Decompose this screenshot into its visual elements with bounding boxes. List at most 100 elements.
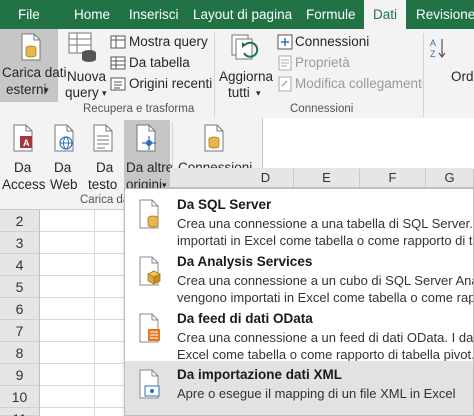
- row-header[interactable]: 4: [0, 254, 40, 276]
- table-icon: [110, 56, 126, 70]
- properties-icon: [278, 55, 292, 71]
- row-header[interactable]: 7: [0, 320, 40, 342]
- da-testo-label-2: testo: [88, 177, 118, 192]
- svg-text:Z: Z: [430, 49, 436, 59]
- menu-item-sql-server[interactable]: Da SQL Server Crea una connessione a una…: [125, 191, 474, 248]
- tab-home[interactable]: Home: [74, 0, 110, 29]
- text-file-icon: [93, 124, 113, 152]
- aggiorna-tutti-button[interactable]: Aggiorna tutti ▾: [216, 29, 274, 102]
- da-access-label-1: Da: [14, 160, 32, 175]
- da-altre-origini-button[interactable]: Da altre origini ▾: [124, 120, 174, 192]
- menu-item-title: Da feed di dati OData: [177, 311, 313, 326]
- da-access-label-2: Access: [2, 177, 46, 192]
- da-tabella-label: Da tabella: [129, 55, 190, 70]
- row-header[interactable]: 11: [0, 408, 40, 416]
- row-header[interactable]: 6: [0, 298, 40, 320]
- group-label-connessioni: Connessioni: [290, 103, 354, 115]
- group-label-carica-da: Carica da: [80, 194, 130, 206]
- svg-text:A: A: [23, 138, 30, 148]
- ordina-button[interactable]: A Z Ord: [427, 29, 474, 102]
- chevron-down-icon: ▾: [44, 85, 49, 95]
- connessioni-label: Connessioni: [295, 34, 370, 49]
- database-document-icon: [21, 33, 41, 61]
- odata-feed-icon: [139, 313, 160, 343]
- aggiorna-label-1: Aggiorna: [219, 69, 274, 84]
- nuova-query-button[interactable]: Nuova query ▾: [63, 29, 109, 102]
- origini-recenti-label: Origini recenti: [129, 76, 213, 91]
- column-header[interactable]: G: [426, 169, 474, 187]
- column-header[interactable]: E: [294, 169, 360, 187]
- da-web-label-2: Web: [50, 177, 78, 192]
- ribbon: Carica dati esterni ▾ Nuova query ▾ Most…: [0, 29, 474, 118]
- aggiorna-label-2: tutti: [228, 85, 250, 100]
- menu-item-xml-import[interactable]: Da importazione dati XML Apre o esegue i…: [125, 361, 473, 415]
- analysis-services-icon: [139, 256, 161, 286]
- menu-item-desc: Crea una connessione a un cubo di SQL Se…: [177, 273, 474, 288]
- tab-dati[interactable]: Dati: [364, 0, 407, 29]
- column-header[interactable]: D: [238, 169, 294, 187]
- menu-item-title: Da Analysis Services: [177, 254, 313, 269]
- other-sources-icon: [136, 124, 156, 152]
- da-web-label-1: Da: [54, 160, 72, 175]
- ribbon-tab-bar: File Home Inserisci Layout di pagina For…: [0, 0, 474, 29]
- carica-dati-esterni-button[interactable]: Carica dati esterni ▾: [0, 29, 67, 102]
- da-tabella-button[interactable]: Da tabella: [110, 53, 220, 73]
- row-header[interactable]: 8: [0, 342, 40, 364]
- mostra-query-button[interactable]: Mostra query: [110, 32, 220, 52]
- menu-item-desc: Apre o esegue il mapping di un file XML …: [177, 386, 456, 401]
- modifica-collegamenti-button[interactable]: Modifica collegamenti: [277, 74, 427, 94]
- table-query-icon: [110, 35, 126, 49]
- da-web-button[interactable]: Da Web: [46, 120, 82, 192]
- chevron-down-icon: ▾: [256, 88, 261, 98]
- menu-item-title: Da importazione dati XML: [177, 367, 343, 382]
- mostra-query-label: Mostra query: [129, 34, 208, 49]
- menu-item-analysis-services[interactable]: Da Analysis Services Crea una connession…: [125, 248, 474, 305]
- da-testo-label-1: Da: [96, 160, 114, 175]
- xml-import-icon: [139, 369, 160, 399]
- ribbon-separator: [423, 33, 424, 117]
- existing-connections-icon: [204, 124, 224, 152]
- group-label-recupera: Recupera e trasforma: [83, 103, 195, 115]
- connections-icon: [277, 34, 293, 50]
- da-altre-label-1: Da altre: [126, 160, 174, 175]
- row-header[interactable]: 10: [0, 386, 40, 408]
- da-altre-origini-menu: Da SQL Server Crea una connessione a una…: [124, 188, 474, 416]
- da-access-button[interactable]: A Da Access: [2, 120, 46, 192]
- access-icon: A: [13, 124, 33, 152]
- da-testo-button[interactable]: Da testo: [84, 120, 122, 192]
- recent-sources-icon: [110, 77, 126, 91]
- tab-file[interactable]: File: [18, 0, 40, 29]
- menu-item-title: Da SQL Server: [177, 197, 272, 212]
- refresh-all-icon: [231, 34, 259, 60]
- svg-text:A: A: [430, 38, 436, 48]
- row-header[interactable]: 3: [0, 232, 40, 254]
- menu-item-desc: importati in Excel come tabella o come r…: [177, 233, 474, 248]
- modifica-collegamenti-label: Modifica collegamenti: [295, 76, 425, 91]
- tab-formule[interactable]: Formule: [306, 0, 356, 29]
- tab-layout-di-pagina[interactable]: Layout di pagina: [193, 0, 292, 29]
- row-header[interactable]: 2: [0, 210, 40, 232]
- row-header[interactable]: 9: [0, 364, 40, 386]
- carica-dati-label-1: Carica dati: [2, 65, 67, 80]
- proprieta-button[interactable]: Proprietà: [277, 53, 417, 73]
- row-header[interactable]: 5: [0, 276, 40, 298]
- carica-dati-label-2: esterni: [6, 82, 47, 97]
- proprieta-label: Proprietà: [295, 55, 350, 70]
- ordina-label: Ord: [451, 69, 474, 84]
- chevron-down-icon: ▾: [102, 88, 107, 98]
- sort-az-icon: A Z: [430, 38, 446, 59]
- nuova-query-label-2: query: [65, 85, 99, 100]
- tab-revisione[interactable]: Revisione: [416, 0, 474, 29]
- nuova-query-label-1: Nuova: [67, 69, 107, 84]
- menu-item-desc: Crea una connessione a una tabella di SQ…: [177, 216, 474, 231]
- column-header[interactable]: F: [360, 169, 426, 187]
- origini-recenti-button[interactable]: Origini recenti: [110, 74, 220, 94]
- menu-item-desc: vengono importati in Excel come tabella …: [177, 290, 474, 305]
- edit-links-icon: [278, 76, 292, 92]
- menu-item-desc: Crea una connessione a un feed di dati O…: [177, 330, 474, 345]
- menu-item-odata[interactable]: Da feed di dati OData Crea una connessio…: [125, 305, 474, 362]
- new-query-icon: [68, 32, 96, 62]
- sql-server-icon: [139, 199, 159, 229]
- connessioni-button[interactable]: Connessioni: [277, 32, 417, 52]
- tab-inserisci[interactable]: Inserisci: [129, 0, 179, 29]
